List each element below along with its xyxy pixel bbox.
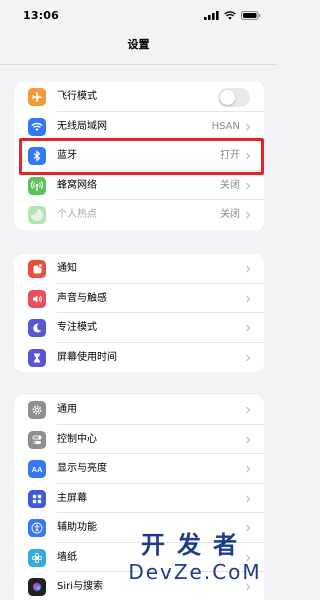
sound-icon [28, 289, 46, 308]
settings-row-display[interactable]: AA 显示与亮度 [14, 454, 264, 484]
settings-row-label: Siri与搜索 [57, 581, 104, 592]
wallpaper-icon [28, 548, 46, 567]
settings-row-notifications[interactable]: 通知 [14, 254, 264, 284]
settings-row-label: 飞行模式 [57, 91, 97, 102]
settings-row-wifi[interactable]: 无线局域网 HSAN [14, 112, 264, 141]
settings-row-label: 通知 [57, 263, 77, 274]
status-time: 13:06 [23, 9, 60, 22]
settings-row-label: 通用 [57, 404, 77, 415]
settings-row-label: 无线局域网 [57, 120, 107, 132]
settings-row-general[interactable]: 通用 [14, 395, 264, 425]
svg-text:AA: AA [32, 465, 43, 474]
settings-row-home-screen[interactable]: 主屏幕 [14, 484, 264, 513]
settings-row-label: 个人热点 [57, 209, 97, 220]
siri-icon [28, 578, 46, 596]
control-center-icon [28, 430, 46, 449]
watermark-line1: 开发者 [141, 530, 249, 559]
hotspot-icon [28, 206, 46, 224]
accessibility-icon [28, 519, 46, 537]
cellular-icon [28, 176, 46, 195]
status-bar: 13:06 [0, 0, 277, 32]
status-icons [204, 11, 261, 20]
airplane-mode-toggle[interactable] [218, 88, 250, 107]
airplane-icon [28, 88, 46, 106]
chevron-right-icon [246, 211, 251, 219]
settings-group-notifications: 通知 声音与触感 专注模式 屏幕使用时间 [14, 254, 264, 372]
hourglass-icon [28, 348, 46, 367]
settings-row-label: 主屏幕 [57, 492, 87, 504]
settings-row-sounds[interactable]: 声音与触感 [14, 284, 264, 313]
chevron-right-icon [246, 182, 251, 189]
settings-row-label: 声音与触感 [57, 292, 107, 304]
header-divider [0, 64, 277, 65]
chevron-right-icon [246, 495, 251, 502]
home-screen-icon [28, 489, 46, 508]
signal-icon [204, 11, 219, 20]
chevron-right-icon [246, 436, 251, 443]
settings-row-label: 控制中心 [57, 433, 97, 445]
gear-icon [28, 401, 46, 419]
chevron-right-icon [246, 265, 251, 273]
settings-row-control-center[interactable]: 控制中心 [14, 425, 264, 454]
chevron-right-icon [246, 123, 251, 130]
display-icon: AA [28, 460, 46, 478]
battery-icon [241, 11, 261, 20]
bluetooth-highlight-box [19, 138, 264, 175]
settings-row-label: 显示与亮度 [57, 463, 107, 474]
chevron-right-icon [246, 354, 251, 361]
chevron-right-icon [246, 295, 251, 302]
page-title: 设置 [127, 38, 150, 51]
chevron-right-icon [246, 324, 251, 332]
focus-moon-icon [28, 319, 46, 337]
chevron-right-icon [246, 406, 251, 414]
watermark-line2: DevZe.CoM [128, 560, 262, 584]
settings-row-personal-hotspot[interactable]: 个人热点 关闭 [14, 200, 264, 230]
settings-row-label: 专注模式 [57, 322, 97, 333]
settings-row-focus[interactable]: 专注模式 [14, 313, 264, 343]
settings-row-label: 辅助功能 [57, 522, 97, 533]
watermark: 开发者 DevZe.CoM [115, 530, 275, 600]
notifications-icon [28, 260, 46, 278]
toggle-knob [220, 90, 235, 105]
settings-row-label: 墙纸 [57, 551, 77, 563]
settings-row-airplane-mode: 飞行模式 [14, 82, 264, 112]
settings-row-value: HSAN [211, 120, 240, 132]
wifi-icon [28, 117, 46, 136]
chevron-right-icon [246, 465, 251, 473]
wifi-status-icon [224, 11, 236, 20]
settings-row-value: 关闭 [220, 209, 240, 220]
settings-row-label: 屏幕使用时间 [57, 351, 117, 363]
settings-row-screen-time[interactable]: 屏幕使用时间 [14, 343, 264, 373]
